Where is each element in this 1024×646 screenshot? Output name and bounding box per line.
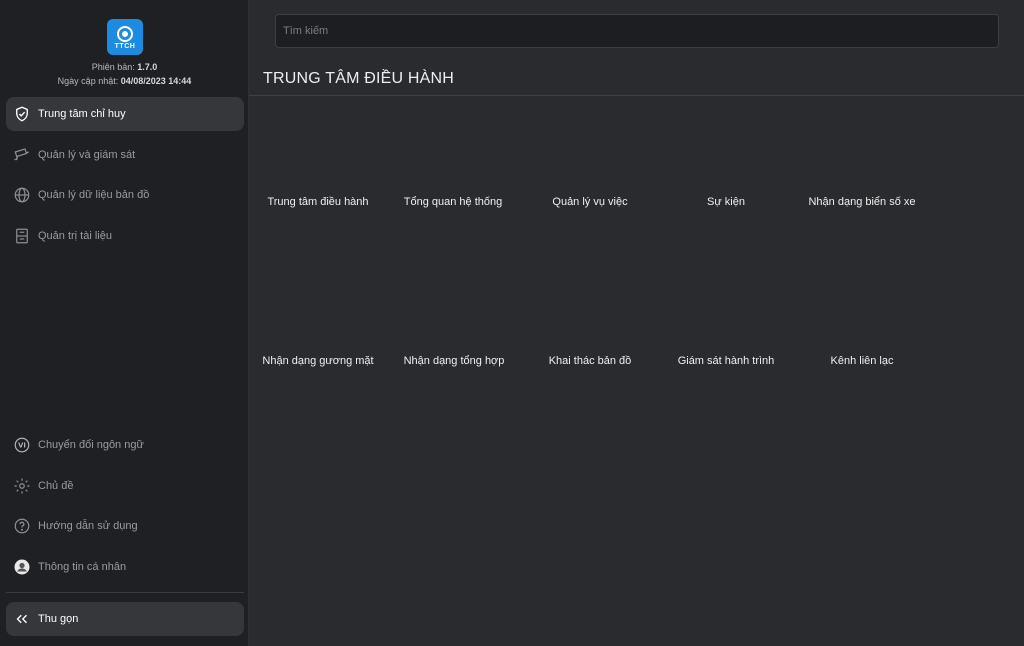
version-info: Phiên bản: 1.7.0 — [91, 62, 158, 72]
tile-events[interactable]: Sự kiện — [658, 196, 794, 208]
update-date-info: Ngày cập nhật: 04/08/2023 14:44 — [57, 76, 192, 86]
cctv-camera-icon — [12, 145, 32, 165]
language-vi-icon: VI — [12, 435, 32, 455]
app-logo: TTCH — [107, 19, 143, 55]
globe-icon — [12, 185, 32, 205]
help-circle-icon — [12, 516, 32, 536]
tile-license-plate-recognition[interactable]: Nhận dạng biển số xe — [794, 196, 930, 208]
tile-face-recognition[interactable]: Nhận dạng gương mặt — [250, 355, 386, 367]
sidebar-item-user-guide[interactable]: Hướng dẫn sử dụng — [6, 509, 244, 543]
sidebar-divider — [6, 592, 244, 593]
tile-journey-monitoring[interactable]: Giám sát hành trình — [658, 355, 794, 367]
sidebar: TTCH Phiên bản: 1.7.0 Ngày cập nhật: 04/… — [0, 0, 249, 646]
tile-map-exploitation[interactable]: Khai thác bản đồ — [522, 355, 658, 367]
tile-operations-center[interactable]: Trung tâm điều hành — [250, 196, 386, 208]
tile-system-overview[interactable]: Tổng quan hệ thống — [385, 196, 521, 208]
sidebar-item-document-admin[interactable]: Quản trị tài liệu — [6, 219, 244, 253]
sidebar-item-profile[interactable]: Thông tin cá nhân — [6, 550, 244, 584]
avatar-icon — [12, 557, 32, 577]
title-divider — [249, 95, 1024, 96]
tile-communication-channel[interactable]: Kênh liên lạc — [794, 355, 930, 367]
sidebar-item-command-center[interactable]: Trung tâm chỉ huy — [6, 97, 244, 131]
page-title: TRUNG TÂM ĐIỀU HÀNH — [263, 70, 455, 87]
sidebar-item-management-monitoring[interactable]: Quản lý và giám sát — [6, 138, 244, 172]
chevrons-left-icon — [12, 609, 32, 629]
sidebar-item-map-data[interactable]: Quản lý dữ liệu bản đồ — [6, 178, 244, 212]
sidebar-item-theme[interactable]: Chủ đề — [6, 469, 244, 503]
globe-logo-icon — [117, 26, 133, 42]
tile-combined-recognition[interactable]: Nhận dạng tổng hợp — [386, 355, 522, 367]
svg-text:VI: VI — [18, 442, 26, 450]
gear-icon — [12, 476, 32, 496]
sidebar-item-language[interactable]: VI Chuyển đổi ngôn ngữ — [6, 428, 244, 462]
shield-check-icon — [12, 104, 32, 124]
main-content: TRUNG TÂM ĐIỀU HÀNH Trung tâm điều hành … — [249, 0, 1024, 646]
search-input[interactable] — [275, 14, 999, 48]
collapse-button[interactable]: Thu gọn — [6, 602, 244, 636]
archive-icon — [12, 226, 32, 246]
tile-case-management[interactable]: Quản lý vụ việc — [522, 196, 658, 208]
